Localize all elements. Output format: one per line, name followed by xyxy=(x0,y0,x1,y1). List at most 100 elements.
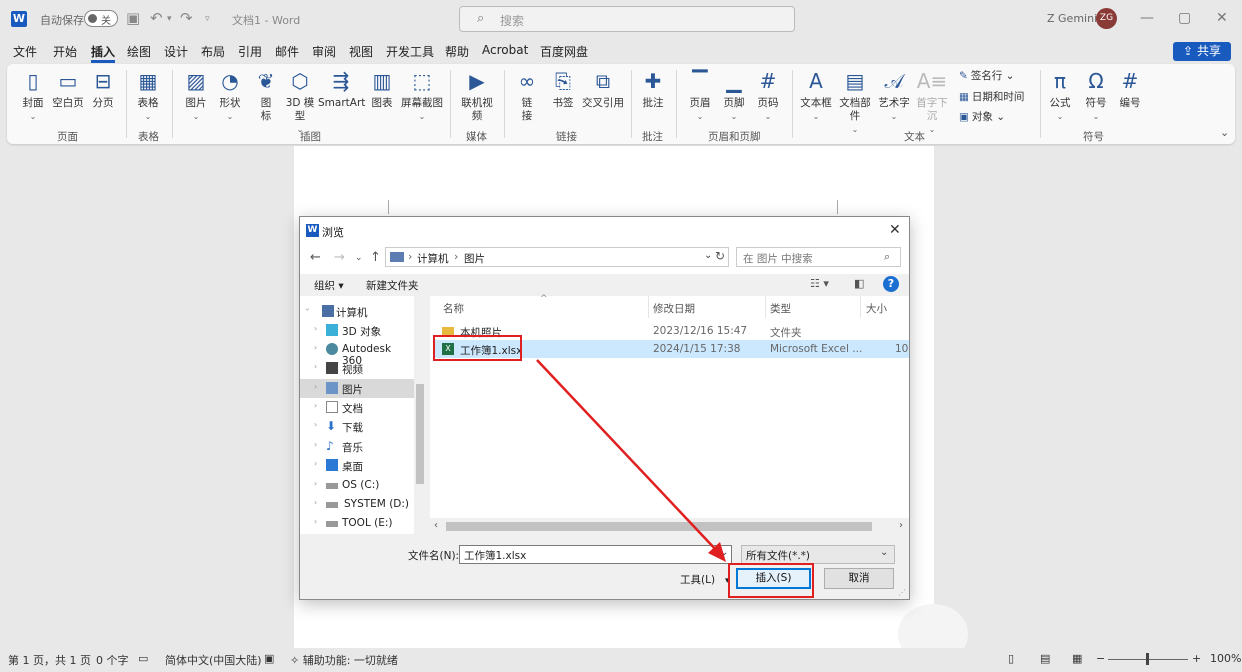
share-button[interactable]: ⇪ 共享 xyxy=(1173,42,1231,61)
read-mode-icon[interactable]: ▯ xyxy=(1008,652,1014,665)
recent-dropdown-icon[interactable]: ⌄ xyxy=(355,253,363,263)
minimize-icon[interactable]: — xyxy=(1140,10,1154,26)
symbol-button[interactable]: Ω 符号 ⌄ xyxy=(1081,68,1111,123)
undo-icon[interactable]: ↶ xyxy=(150,9,163,27)
blank-page-button[interactable]: ▭ 空白页 xyxy=(51,68,85,110)
smartart-button[interactable]: ⇶ SmartArt xyxy=(318,68,365,110)
signature-line-button[interactable]: ✎ 签名行 ⌄ xyxy=(959,68,1014,83)
tab-mailings[interactable]: 邮件 xyxy=(275,43,299,60)
up-arrow-icon[interactable]: ↑ xyxy=(370,250,381,265)
scroll-left-icon[interactable]: ‹ xyxy=(434,520,438,531)
column-header-date[interactable]: 修改日期 xyxy=(653,301,695,316)
zoom-level[interactable]: 100% xyxy=(1210,652,1241,665)
resize-grip-icon[interactable]: ⋰ xyxy=(898,588,906,597)
close-icon[interactable]: ✕ xyxy=(1216,10,1228,26)
column-header-name[interactable]: 名称 xyxy=(443,301,464,316)
expand-icon[interactable]: › xyxy=(314,479,317,488)
column-divider[interactable] xyxy=(648,296,649,318)
undo-dropdown-icon[interactable]: ▾ xyxy=(167,14,172,24)
breadcrumb-pictures[interactable]: 图片 xyxy=(464,251,485,266)
3d-model-button[interactable]: ⬡ 3D 模型 ⌄ xyxy=(285,68,315,136)
tree-scrollbar[interactable] xyxy=(414,296,426,534)
view-options-icon[interactable]: ☷ ▾ xyxy=(810,277,829,290)
collapse-ribbon-icon[interactable]: ⌄ xyxy=(1220,126,1229,139)
table-button[interactable]: ▦ 表格 ⌄ xyxy=(133,68,163,123)
tab-baidu[interactable]: 百度网盘 xyxy=(540,43,588,60)
textbox-button[interactable]: A 文本框 ⌄ xyxy=(799,68,833,123)
tree-item-music[interactable]: › ♪ 音乐 xyxy=(300,437,414,456)
column-header-type[interactable]: 类型 xyxy=(770,301,791,316)
shapes-button[interactable]: ◔ 形状 ⌄ xyxy=(215,68,245,123)
address-bar[interactable]: › 计算机 › 图片 ⌄ xyxy=(385,247,729,267)
expand-icon[interactable]: › xyxy=(314,362,317,371)
tools-button[interactable]: 工具(L) ▾ xyxy=(680,572,730,587)
tree-item-drive-e[interactable]: › TOOL (E:) xyxy=(300,514,414,533)
cross-ref-button[interactable]: ⧉ 交叉引用 xyxy=(581,68,625,110)
tab-draw[interactable]: 绘图 xyxy=(127,43,151,60)
tree-item-drive-d[interactable]: › SYSTEM (D:) xyxy=(300,495,414,514)
tab-view[interactable]: 视图 xyxy=(349,43,373,60)
tab-review[interactable]: 审阅 xyxy=(312,43,336,60)
screenshot-button[interactable]: ⬚ 屏幕截图 ⌄ xyxy=(400,68,444,123)
tab-insert[interactable]: 插入 xyxy=(91,43,115,60)
accessibility-status[interactable]: ✧ 辅助功能: 一切就绪 xyxy=(290,652,398,668)
column-divider[interactable] xyxy=(765,296,766,318)
header-button[interactable]: ▔ 页眉 ⌄ xyxy=(685,68,715,123)
chart-button[interactable]: ▥ 图表 xyxy=(368,68,396,110)
autosave-toggle[interactable]: 关 xyxy=(84,10,118,27)
tab-acrobat[interactable]: Acrobat xyxy=(482,43,528,57)
tree-item-3d-objects[interactable]: › 3D 对象 xyxy=(300,321,414,340)
forward-arrow-icon[interactable]: → xyxy=(334,250,345,265)
cancel-button[interactable]: 取消 xyxy=(824,568,894,589)
footer-button[interactable]: ▁ 页脚 ⌄ xyxy=(719,68,749,123)
icons-button[interactable]: ❦ 图标 xyxy=(252,68,280,123)
tree-item-computer[interactable]: › 计算机 xyxy=(300,302,414,321)
refresh-icon[interactable]: ↻ xyxy=(715,249,725,263)
expand-icon[interactable]: › xyxy=(314,517,317,526)
expand-icon[interactable]: › xyxy=(314,420,317,429)
web-layout-icon[interactable]: ▦ xyxy=(1072,652,1082,665)
expand-icon[interactable]: › xyxy=(314,498,317,507)
back-arrow-icon[interactable]: ← xyxy=(310,250,321,265)
column-header-size[interactable]: 大小 xyxy=(866,301,887,316)
dialog-search-input[interactable]: 在 图片 中搜索 ⌕ xyxy=(736,247,901,267)
tab-help[interactable]: 帮助 xyxy=(445,43,469,60)
tree-item-autodesk[interactable]: › Autodesk 360 xyxy=(300,340,414,367)
macro-icon[interactable]: ▣ xyxy=(264,652,274,665)
tree-item-drive-c[interactable]: › OS (C:) xyxy=(300,476,414,495)
scrollbar-thumb[interactable] xyxy=(416,384,424,484)
filename-dropdown-icon[interactable]: ⌄ xyxy=(720,547,728,558)
organize-button[interactable]: 组织 ▾ xyxy=(314,278,344,293)
filename-input[interactable]: 工作簿1.xlsx xyxy=(459,545,732,564)
redo-icon[interactable]: ↷ xyxy=(180,9,193,27)
print-layout-icon[interactable]: ▤ xyxy=(1040,652,1050,665)
language[interactable]: 简体中文(中国大陆) xyxy=(165,652,262,668)
expand-icon[interactable]: › xyxy=(314,440,317,449)
cover-button[interactable]: ▯ 封面 ⌄ xyxy=(19,68,47,123)
dropcap-button[interactable]: A≡ 首字下沉 ⌄ xyxy=(912,68,952,136)
new-folder-button[interactable]: 新建文件夹 xyxy=(366,278,419,293)
horizontal-scrollbar[interactable]: ‹ › xyxy=(430,518,909,534)
tab-references[interactable]: 引用 xyxy=(238,43,262,60)
object-button[interactable]: ▣ 对象 ⌄ xyxy=(959,109,1005,124)
zoom-in-icon[interactable]: + xyxy=(1192,652,1201,665)
tab-developer[interactable]: 开发工具 xyxy=(386,43,434,60)
dialog-close-icon[interactable]: ✕ xyxy=(889,222,901,238)
tab-home[interactable]: 开始 xyxy=(53,43,77,60)
page-count[interactable]: 第 1 页，共 1 页 xyxy=(8,652,91,668)
expand-icon[interactable]: › xyxy=(314,459,317,468)
doc-parts-button[interactable]: ▤ 文档部件 ⌄ xyxy=(835,68,875,136)
tab-design[interactable]: 设计 xyxy=(164,43,188,60)
maximize-icon[interactable]: ▢ xyxy=(1178,10,1191,26)
tab-file[interactable]: 文件 xyxy=(13,43,37,60)
bookmark-button[interactable]: ⎘ 书签 xyxy=(549,68,577,110)
filetype-select[interactable]: 所有文件(*.*) ⌄ xyxy=(741,545,895,564)
column-divider[interactable] xyxy=(860,296,861,318)
page-break-button[interactable]: ⊟ 分页 xyxy=(89,68,117,110)
tree-item-downloads[interactable]: › ⬇ 下载 xyxy=(300,417,414,436)
save-icon[interactable]: ▣ xyxy=(126,9,140,27)
expand-icon[interactable]: › xyxy=(314,382,317,391)
tree-item-pictures[interactable]: › 图片 xyxy=(300,379,414,398)
zoom-slider-thumb[interactable] xyxy=(1146,653,1149,665)
help-icon[interactable]: ? xyxy=(883,276,899,292)
